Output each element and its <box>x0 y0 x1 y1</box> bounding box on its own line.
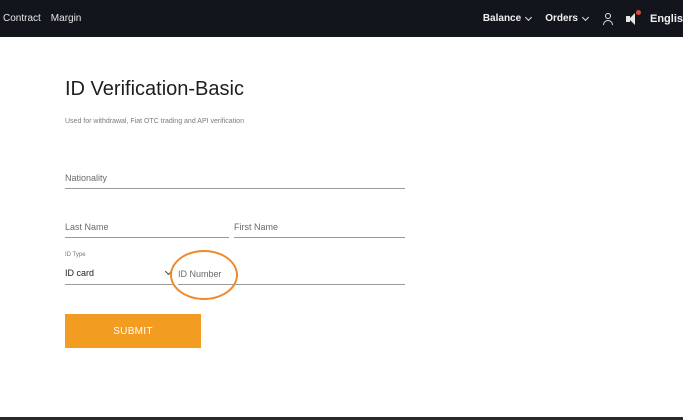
nav-contract-link[interactable]: Contract <box>3 13 41 24</box>
top-navbar: Contract Margin Balance Orders Englis <box>0 0 683 37</box>
language-selector[interactable]: Englis <box>650 13 683 25</box>
submit-button[interactable]: SUBMIT <box>65 314 201 348</box>
chevron-down-icon <box>525 13 533 21</box>
balance-dropdown[interactable]: Balance <box>482 13 533 24</box>
topbar-right-nav: Balance Orders Englis <box>482 9 683 25</box>
notification-dot <box>635 9 641 15</box>
highlight-circle-annotation <box>170 250 238 300</box>
first-name-placeholder: First Name <box>234 222 279 232</box>
first-name-field[interactable]: First Name <box>234 215 405 238</box>
balance-label: Balance <box>482 13 522 24</box>
page-title: ID Verification-Basic <box>65 78 244 100</box>
topbar-left-nav: Contract Margin <box>0 13 91 24</box>
orders-label: Orders <box>545 13 578 24</box>
nationality-placeholder: Nationality <box>65 173 108 183</box>
last-name-field[interactable]: Last Name <box>65 215 229 238</box>
chevron-down-icon <box>581 13 590 21</box>
id-type-select[interactable]: ID Type ID card <box>65 252 173 285</box>
page-subtitle: Used for withdrawal, Fiat OTC trading an… <box>65 118 244 125</box>
id-type-value: ID card <box>65 268 95 278</box>
notification-speaker-icon[interactable] <box>625 9 641 25</box>
nationality-field[interactable]: Nationality <box>65 168 405 189</box>
orders-dropdown[interactable]: Orders <box>545 13 590 24</box>
last-name-placeholder: Last Name <box>65 222 109 232</box>
nav-margin-link[interactable]: Margin <box>51 13 82 24</box>
id-type-label: ID Type <box>65 252 86 258</box>
user-icon[interactable] <box>602 12 614 25</box>
